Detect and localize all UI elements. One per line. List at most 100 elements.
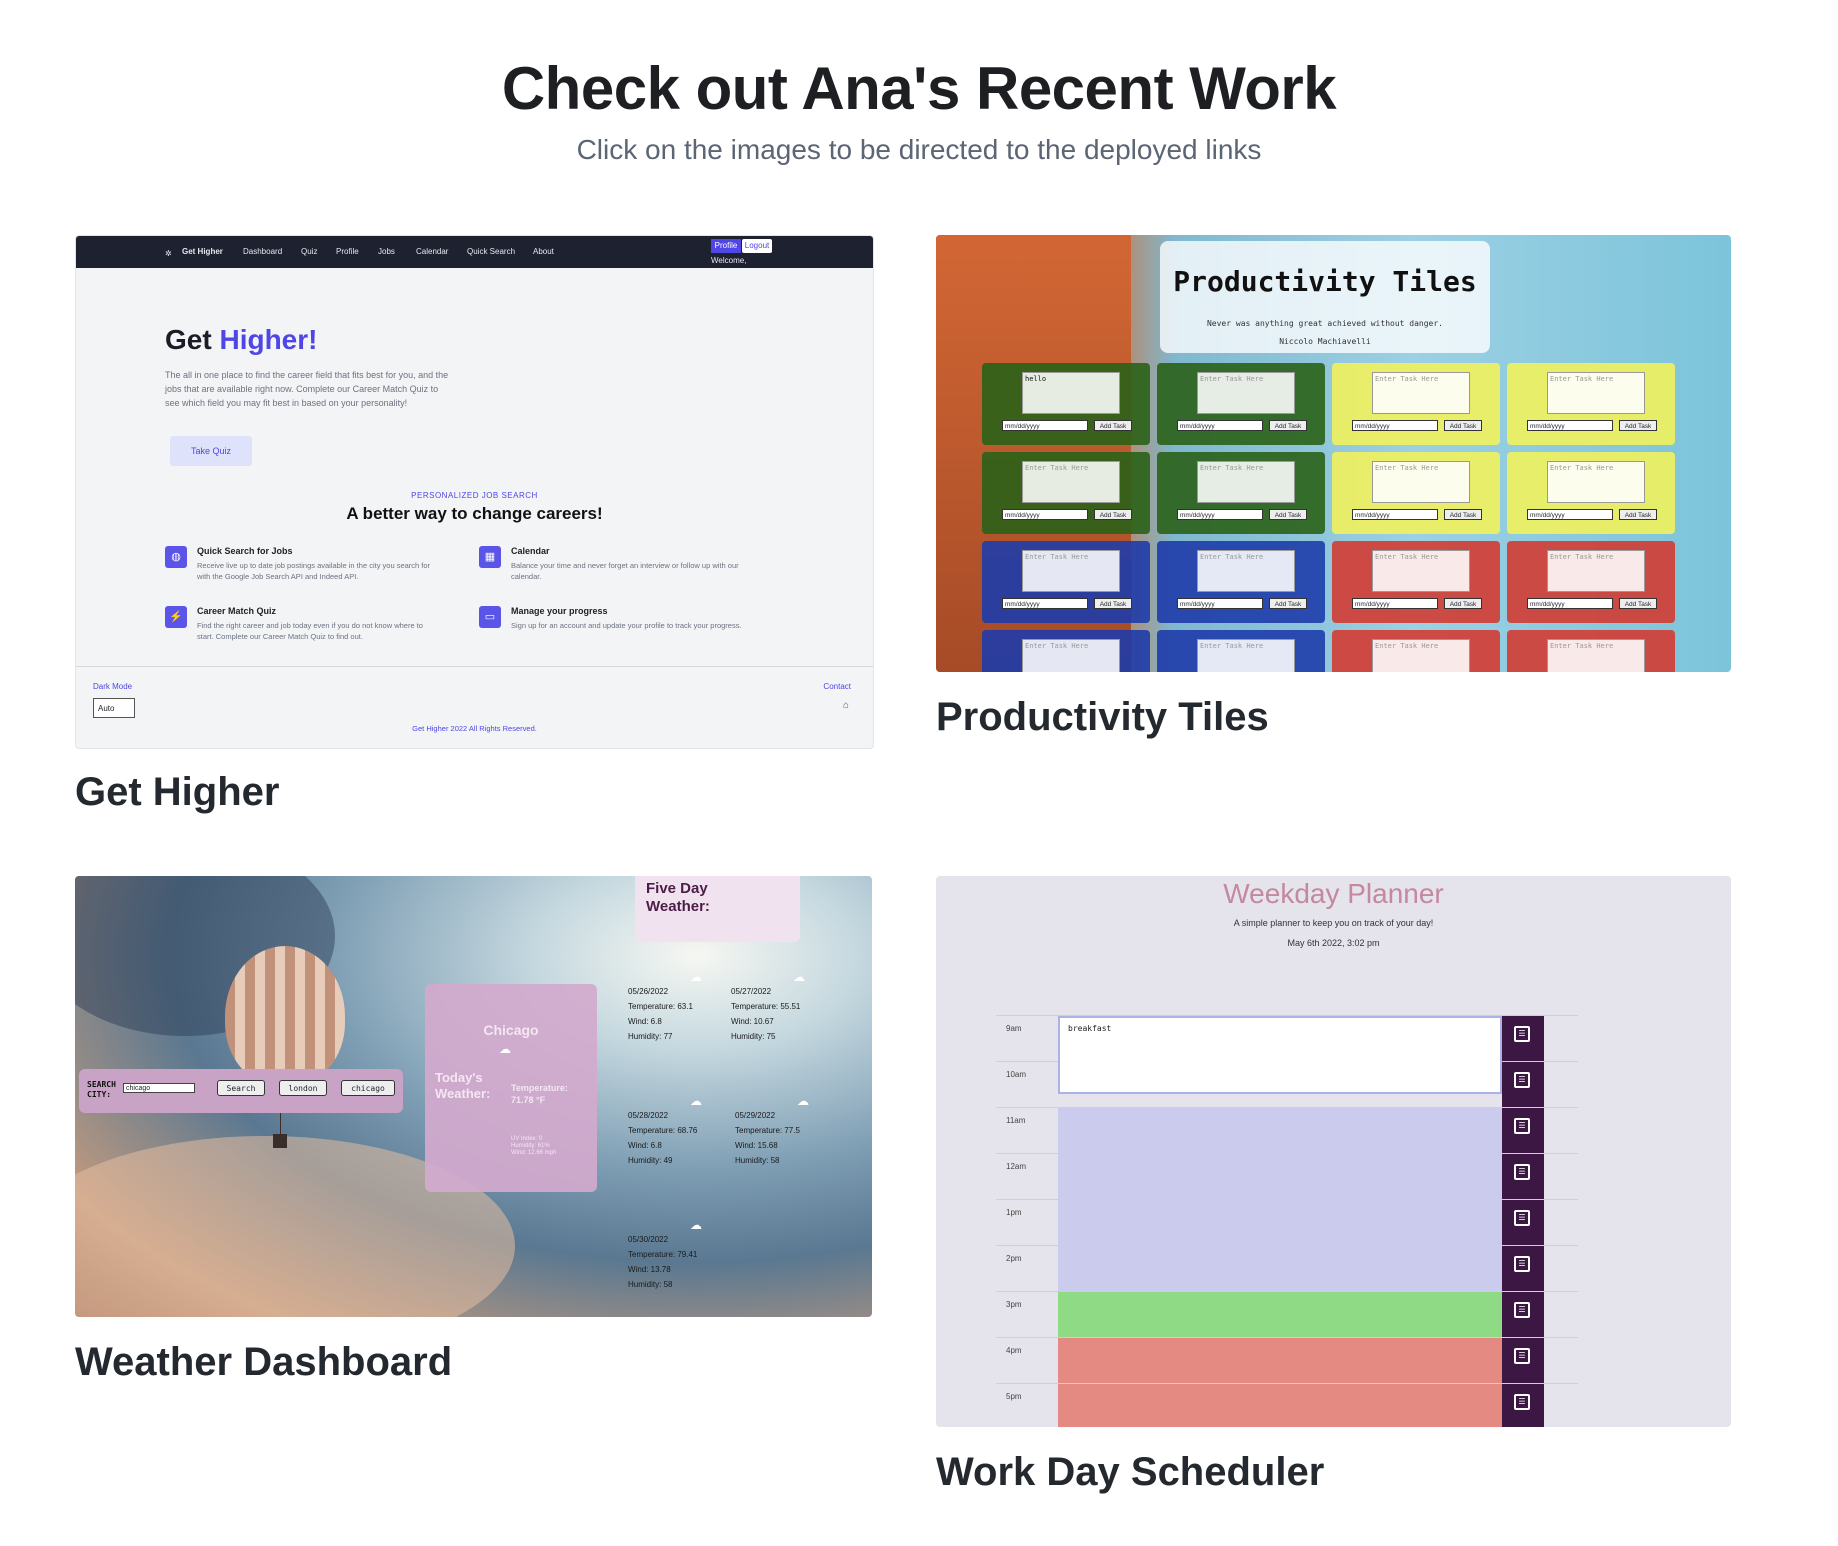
ws-timeblock: 9am breakfast ☰ bbox=[996, 1015, 1578, 1094]
github-icon: ⌂ bbox=[842, 700, 849, 711]
project-card-get-higher[interactable]: ✲ Get Higher Dashboard Quiz Profile Jobs… bbox=[75, 235, 874, 815]
wd-day-temp: Temperature: 68.76 bbox=[628, 1126, 698, 1135]
pt-tile: Enter Task Heremm/dd/yyyyAdd Task bbox=[1157, 630, 1325, 672]
gh-nav-item: Quiz bbox=[301, 247, 318, 256]
wd-day-humidity: Humidity: 77 bbox=[628, 1032, 673, 1041]
gh-dark-mode-label: Dark Mode bbox=[93, 682, 133, 691]
project-image-get-higher[interactable]: ✲ Get Higher Dashboard Quiz Profile Jobs… bbox=[75, 235, 874, 749]
ws-save-button: ☰ bbox=[1502, 1246, 1544, 1292]
project-image-productivity-tiles[interactable]: Productivity Tiles Never was anything gr… bbox=[936, 235, 1731, 672]
pt-date-input: mm/dd/yyyy bbox=[1352, 509, 1438, 520]
pt-tile: Enter Task Here mm/dd/yyyy Add Task bbox=[1332, 452, 1500, 534]
save-icon: ☰ bbox=[1514, 1210, 1530, 1226]
project-image-weather-dashboard[interactable]: SEARCH CITY: chicago Search london chica… bbox=[75, 876, 872, 1317]
wd-uv: UV Index: 0 bbox=[511, 1136, 543, 1142]
wd-forecast-day: ☁ 05/29/2022 Temperature: 77.5 Wind: 15.68 H… bbox=[735, 1094, 809, 1168]
ws-entry-text: breakfast bbox=[1068, 1024, 1112, 1033]
pt-tile: Enter Task Heremm/dd/yyyyAdd Task bbox=[1332, 630, 1500, 672]
ws-timeblock: 1pm ☰ bbox=[996, 1199, 1578, 1246]
ws-timeblock: 3pm ☰ bbox=[996, 1291, 1578, 1338]
wd-today-details: UV Index: 0 Humidity: 61% Wind: 12.66 mp… bbox=[511, 1136, 556, 1157]
ws-hour-label: 5pm bbox=[1006, 1392, 1022, 1401]
gh-section-heading: A better way to change careers! bbox=[346, 504, 603, 523]
wd-search-label: SEARCH CITY: bbox=[87, 1080, 116, 1099]
pt-task-textarea: Enter Task Here bbox=[1022, 461, 1120, 503]
ws-save-button: ☰ bbox=[1502, 1338, 1544, 1384]
ws-event-textarea bbox=[1058, 1338, 1502, 1384]
globe-icon: ◍ bbox=[165, 546, 187, 568]
pt-task-textarea: Enter Task Here bbox=[1372, 550, 1470, 592]
ws-hour-label: 4pm bbox=[1006, 1346, 1022, 1355]
pt-task-textarea: Enter Task Here bbox=[1372, 461, 1470, 503]
wd-day-wind: Wind: 6.8 bbox=[628, 1017, 662, 1026]
wd-today-panel: Chicago ☁ Today's Weather: Temperature: … bbox=[425, 984, 597, 1192]
pt-date-input: mm/dd/yyyy bbox=[1177, 598, 1263, 609]
wd-day-date: 05/29/2022 bbox=[735, 1111, 776, 1120]
ws-timeblock: 2pm ☰ bbox=[996, 1245, 1578, 1292]
pt-add-task-button: Add Task bbox=[1619, 420, 1657, 431]
wd-today-label: Today's Weather: bbox=[435, 1070, 491, 1101]
ws-timeblock: 5pm ☰ bbox=[996, 1383, 1578, 1427]
ws-save-button: ☰ bbox=[1502, 1200, 1544, 1246]
pt-task-textarea: Enter Task Here bbox=[1197, 461, 1295, 503]
save-icon: ☰ bbox=[1514, 1072, 1530, 1088]
cloud-icon: ☁ bbox=[690, 1218, 702, 1232]
project-image-work-day-scheduler[interactable]: Weekday Planner A simple planner to keep… bbox=[936, 876, 1731, 1427]
gh-nav-item: Quick Search bbox=[467, 247, 516, 256]
ws-hour-label: 9am bbox=[1006, 1024, 1022, 1033]
gh-navbar: ✲ Get Higher Dashboard Quiz Profile Jobs… bbox=[76, 236, 873, 268]
pt-date-input: mm/dd/yyyy bbox=[1002, 598, 1088, 609]
gh-logout-button: Logout bbox=[742, 239, 772, 253]
wd-day-date: 05/30/2022 bbox=[628, 1235, 669, 1244]
ws-timeblock: 4pm ☰ bbox=[996, 1337, 1578, 1384]
ws-event-textarea bbox=[1058, 1246, 1502, 1292]
gh-welcome: Welcome, bbox=[711, 256, 747, 265]
pt-author: Niccolo Machiavelli bbox=[1279, 337, 1371, 346]
ws-save-button: ☰ bbox=[1502, 1108, 1544, 1154]
save-icon: ☰ bbox=[1514, 1348, 1530, 1364]
project-title: Work Day Scheduler bbox=[936, 1450, 1325, 1494]
wd-search-panel: SEARCH CITY: chicago Search london chica… bbox=[79, 1069, 403, 1113]
project-card-work-day-scheduler[interactable]: Weekday Planner A simple planner to keep… bbox=[936, 876, 1731, 1506]
pt-task-textarea: Enter Task Here bbox=[1022, 639, 1120, 672]
wd-day-humidity: Humidity: 49 bbox=[628, 1156, 673, 1165]
gh-profile-button: Profile bbox=[711, 239, 741, 253]
wd-day-temp: Temperature: 77.5 bbox=[735, 1126, 800, 1135]
wd-forecast-day: ☁ 05/26/2022 Temperature: 63.1 Wind: 6.8 Hum… bbox=[628, 970, 702, 1044]
pt-task-textarea: hello bbox=[1022, 372, 1120, 414]
save-icon: ☰ bbox=[1514, 1118, 1530, 1134]
gh-feature-title: Quick Search for Jobs bbox=[197, 546, 293, 556]
pt-task-textarea: Enter Task Here bbox=[1547, 372, 1645, 414]
wd-day-wind: Wind: 6.8 bbox=[628, 1141, 662, 1150]
gh-feature-title: Career Match Quiz bbox=[197, 606, 277, 616]
wd-wind: Wind: 12.66 mph bbox=[511, 1150, 557, 1156]
gh-eyebrow: PERSONALIZED JOB SEARCH bbox=[411, 491, 538, 500]
pt-add-task-button: Add Task bbox=[1094, 509, 1132, 520]
wd-day-wind: Wind: 10.67 bbox=[731, 1017, 774, 1026]
gh-hero-title: Get Higher! bbox=[165, 324, 317, 356]
wd-history-button: london bbox=[279, 1080, 327, 1096]
pt-add-task-button: Add Task bbox=[1444, 509, 1482, 520]
pt-date-input: mm/dd/yyyy bbox=[1177, 509, 1263, 520]
project-card-weather-dashboard[interactable]: SEARCH CITY: chicago Search london chica… bbox=[75, 876, 872, 1396]
wd-forecast-day: ☁ 05/27/2022 Temperature: 55.51 Wind: 10.67… bbox=[731, 970, 805, 1044]
pt-header-card: Productivity Tiles Never was anything gr… bbox=[1160, 241, 1490, 353]
gh-nav-item: Jobs bbox=[378, 247, 395, 256]
wd-day-humidity: Humidity: 75 bbox=[731, 1032, 776, 1041]
ws-hour-label: 2pm bbox=[1006, 1254, 1022, 1263]
ws-event-textarea bbox=[1058, 1292, 1502, 1338]
ws-save-button: ☰ bbox=[1502, 1016, 1544, 1062]
project-card-productivity-tiles[interactable]: Productivity Tiles Never was anything gr… bbox=[936, 235, 1731, 745]
cloud-icon: ☁ bbox=[797, 1094, 809, 1108]
gh-copyright: Get Higher 2022 All Rights Reserved. bbox=[412, 724, 537, 733]
pt-date-input: mm/dd/yyyy bbox=[1527, 598, 1613, 609]
ws-event-textarea bbox=[1058, 1108, 1502, 1154]
pt-tile: Enter Task Heremm/dd/yyyyAdd Task bbox=[1157, 452, 1325, 534]
ws-save-button: ☰ bbox=[1502, 1062, 1544, 1108]
gh-divider bbox=[76, 666, 873, 667]
gh-feature-text: Balance your time and never forget an in… bbox=[511, 561, 739, 581]
project-title: Weather Dashboard bbox=[75, 1340, 453, 1384]
wd-day-date: 05/26/2022 bbox=[628, 987, 669, 996]
ws-hour-label: 11am bbox=[1006, 1116, 1026, 1125]
wd-day-wind: Wind: 15.68 bbox=[735, 1141, 778, 1150]
